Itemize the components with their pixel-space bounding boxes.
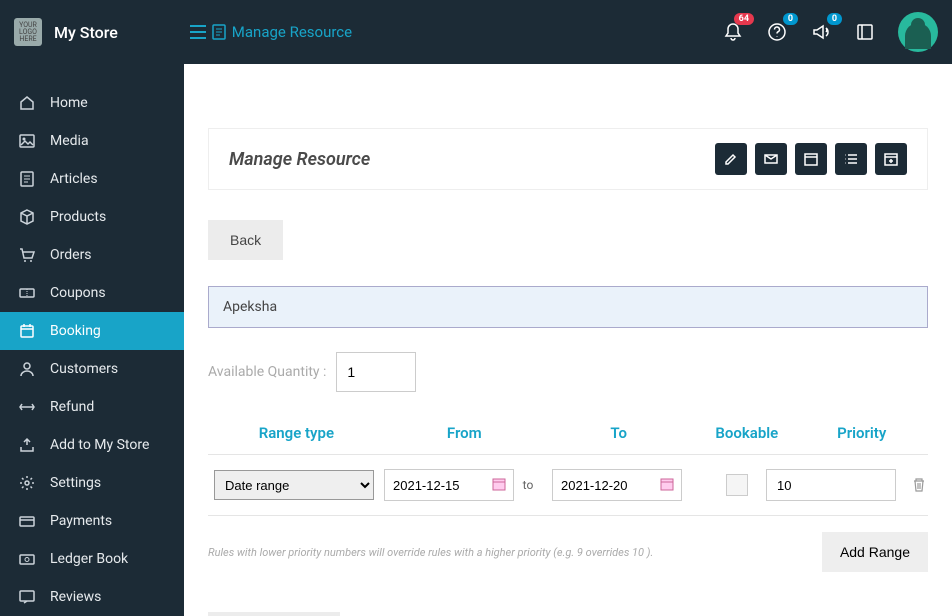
sidebar-item-orders[interactable]: Orders: [0, 236, 184, 274]
sidebar-item-refund[interactable]: Refund: [0, 388, 184, 426]
sidebar-item-addstore[interactable]: Add to My Store: [0, 426, 184, 464]
header-actions: [715, 143, 907, 175]
articles-icon: [18, 170, 36, 188]
booking-icon: [18, 322, 36, 340]
col-bookable: Bookable: [698, 424, 795, 442]
announcement-icon[interactable]: 0: [810, 21, 832, 43]
table-header: Range type From To Bookable Priority: [208, 412, 928, 454]
quantity-input[interactable]: [336, 352, 416, 392]
user-avatar[interactable]: [898, 12, 938, 52]
back-button[interactable]: Back: [208, 220, 283, 260]
save-changes-button[interactable]: Save Changes: [208, 612, 340, 616]
quantity-row: Available Quantity :: [208, 352, 928, 392]
customers-icon: [18, 360, 36, 378]
breadcrumb: Manage Resource: [190, 23, 352, 41]
sidebar-item-media[interactable]: Media: [0, 122, 184, 160]
calendar-button[interactable]: [795, 143, 827, 175]
orders-icon: [18, 246, 36, 264]
sidebar: Home Media Articles Products Orders Coup…: [0, 64, 184, 616]
sidebar-item-label: Payments: [50, 513, 112, 529]
calendar-icon[interactable]: [660, 477, 676, 493]
payments-icon: [18, 512, 36, 530]
sidebar-item-reviews[interactable]: Reviews: [0, 578, 184, 616]
main-content: Manage Resource Back Apeksha Available Q…: [184, 64, 952, 616]
sidebar-item-label: Customers: [50, 361, 118, 377]
notification-badge: 64: [734, 13, 754, 25]
sidebar-item-settings[interactable]: Settings: [0, 464, 184, 502]
media-icon: [18, 132, 36, 150]
ledger-icon: [18, 550, 36, 568]
addstore-icon: [18, 436, 36, 454]
sidebar-item-label: Refund: [50, 399, 94, 415]
sidebar-item-label: Booking: [50, 323, 101, 339]
col-to: To: [539, 424, 698, 442]
col-priority: Priority: [795, 424, 928, 442]
resource-name-display: Apeksha: [208, 286, 928, 328]
store-logo: YOURLOGOHERE: [14, 18, 42, 46]
sidebar-item-label: Coupons: [50, 285, 106, 301]
range-type-select[interactable]: Date range: [214, 470, 374, 500]
sidebar-item-booking[interactable]: Booking: [0, 312, 184, 350]
settings-icon: [18, 474, 36, 492]
sidebar-item-label: Orders: [50, 247, 92, 263]
sidebar-item-label: Products: [50, 209, 106, 225]
announce-badge: 0: [827, 13, 842, 25]
home-icon: [18, 94, 36, 112]
sidebar-item-label: Home: [50, 95, 88, 111]
table-row: Date range to: [208, 454, 928, 516]
list-button[interactable]: [835, 143, 867, 175]
sidebar-item-products[interactable]: Products: [0, 198, 184, 236]
breadcrumb-text[interactable]: Manage Resource: [232, 23, 352, 41]
availability-table: Range type From To Bookable Priority Dat…: [208, 412, 928, 516]
sidebar-item-label: Ledger Book: [50, 551, 128, 567]
reviews-icon: [18, 588, 36, 606]
to-separator: to: [514, 478, 542, 492]
sidebar-item-label: Articles: [50, 171, 98, 187]
mail-button[interactable]: [755, 143, 787, 175]
help-badge: 0: [783, 13, 798, 25]
coupons-icon: [18, 284, 36, 302]
sidebar-item-label: Settings: [50, 475, 101, 491]
sidebar-item-coupons[interactable]: Coupons: [0, 274, 184, 312]
sidebar-item-ledger[interactable]: Ledger Book: [0, 540, 184, 578]
sidebar-item-payments[interactable]: Payments: [0, 502, 184, 540]
notification-icon[interactable]: 64: [722, 21, 744, 43]
delete-icon[interactable]: [912, 477, 928, 493]
topbar-actions: 64 0 0: [722, 12, 938, 52]
add-range-button[interactable]: Add Range: [822, 532, 928, 572]
edit-button[interactable]: [715, 143, 747, 175]
document-icon: [212, 24, 226, 40]
sidebar-item-label: Add to My Store: [50, 437, 149, 453]
priority-input[interactable]: [766, 469, 896, 501]
bookable-checkbox[interactable]: [726, 474, 748, 496]
hamburger-icon[interactable]: [190, 25, 206, 39]
store-name: My Store: [54, 23, 118, 42]
rules-hint: Rules with lower priority numbers will o…: [208, 546, 653, 559]
quantity-label: Available Quantity :: [208, 364, 326, 380]
col-from: From: [385, 424, 544, 442]
help-icon[interactable]: 0: [766, 21, 788, 43]
sidebar-item-customers[interactable]: Customers: [0, 350, 184, 388]
page-header: Manage Resource: [208, 128, 928, 190]
refund-icon: [18, 398, 36, 416]
page-title: Manage Resource: [229, 149, 370, 170]
book-icon[interactable]: [854, 21, 876, 43]
calendar-icon[interactable]: [492, 477, 508, 493]
sidebar-item-label: Reviews: [50, 589, 101, 605]
top-bar: YOURLOGOHERE My Store Manage Resource 64…: [0, 0, 952, 64]
sidebar-item-label: Media: [50, 133, 89, 149]
calendar-add-button[interactable]: [875, 143, 907, 175]
sidebar-item-home[interactable]: Home: [0, 84, 184, 122]
sidebar-item-articles[interactable]: Articles: [0, 160, 184, 198]
col-range-type: Range type: [208, 424, 385, 442]
products-icon: [18, 208, 36, 226]
